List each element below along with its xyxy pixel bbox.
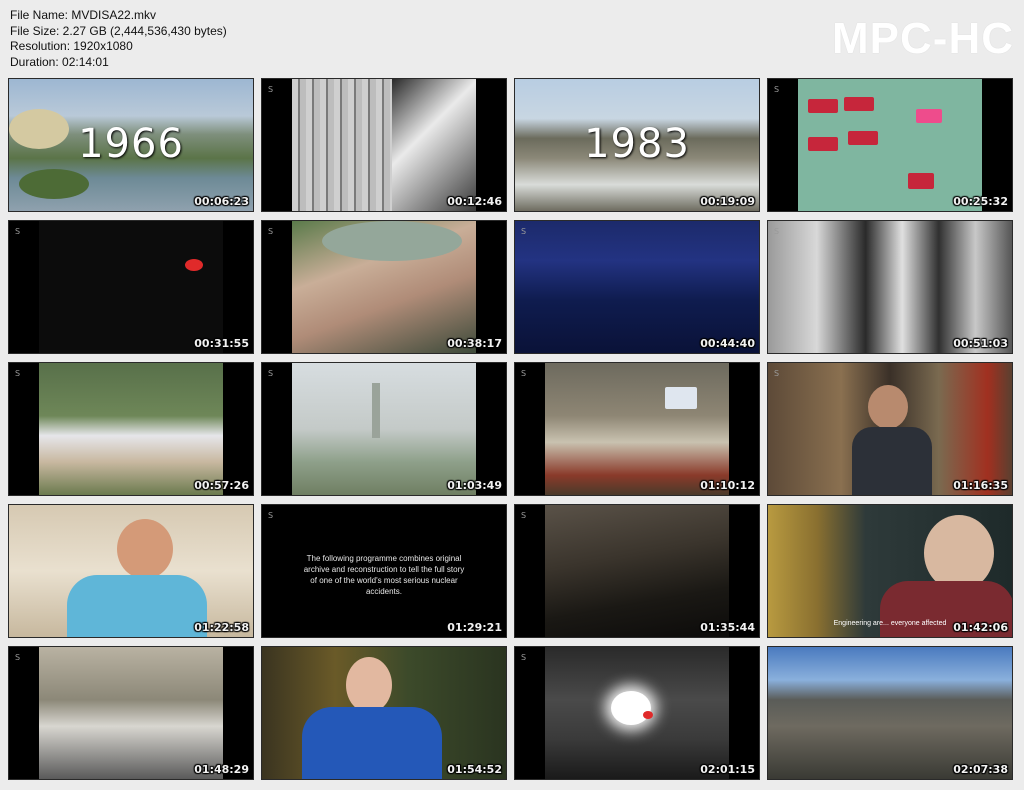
disclaimer-caption: The following programme combines origina… bbox=[303, 554, 465, 596]
thumbnail-6[interactable]: S 00:38:17 bbox=[261, 220, 507, 354]
thumbnail-4[interactable]: S 00:25:32 bbox=[767, 78, 1013, 212]
timestamp: 01:35:44 bbox=[700, 621, 755, 634]
thumbnail-18[interactable]: 01:54:52 bbox=[261, 646, 507, 780]
timestamp: 01:54:52 bbox=[447, 763, 502, 776]
channel-mark: S bbox=[521, 369, 527, 378]
timestamp: 00:12:46 bbox=[447, 195, 502, 208]
timestamp: 00:06:23 bbox=[194, 195, 249, 208]
thumbnail-2[interactable]: S 00:12:46 bbox=[261, 78, 507, 212]
thumbnail-5[interactable]: S 00:31:55 bbox=[8, 220, 254, 354]
channel-mark: S bbox=[15, 369, 21, 378]
timestamp: 01:03:49 bbox=[447, 479, 502, 492]
thumbnail-15[interactable]: S 01:35:44 bbox=[514, 504, 760, 638]
timestamp: 01:22:58 bbox=[194, 621, 249, 634]
mpc-hc-logo: MPC-HC bbox=[832, 14, 1014, 63]
thumbnail-14[interactable]: S The following programme combines origi… bbox=[261, 504, 507, 638]
timestamp: 00:25:32 bbox=[953, 195, 1008, 208]
resolution: Resolution: 1920x1080 bbox=[10, 39, 133, 53]
thumbnail-12[interactable]: S 01:16:35 bbox=[767, 362, 1013, 496]
timestamp: 01:42:06 bbox=[953, 621, 1008, 634]
thumbnail-1[interactable]: 1966 00:06:23 bbox=[8, 78, 254, 212]
timestamp: 01:16:35 bbox=[953, 479, 1008, 492]
timestamp: 00:19:09 bbox=[700, 195, 755, 208]
thumbnail-13[interactable]: 01:22:58 bbox=[8, 504, 254, 638]
channel-mark: S bbox=[15, 653, 21, 662]
channel-mark: S bbox=[521, 653, 527, 662]
channel-mark: S bbox=[521, 227, 527, 236]
timestamp: 02:01:15 bbox=[700, 763, 755, 776]
thumbnail-17[interactable]: S 01:48:29 bbox=[8, 646, 254, 780]
timestamp: 00:57:26 bbox=[194, 479, 249, 492]
thumbnail-8[interactable]: S 00:51:03 bbox=[767, 220, 1013, 354]
file-info: File Name: MVDISA22.mkv File Size: 2.27 … bbox=[10, 8, 227, 70]
thumbnail-9[interactable]: S 00:57:26 bbox=[8, 362, 254, 496]
year-overlay: 1983 bbox=[584, 121, 690, 167]
timestamp: 00:44:40 bbox=[700, 337, 755, 350]
timestamp: 00:31:55 bbox=[194, 337, 249, 350]
channel-mark: S bbox=[268, 85, 274, 94]
channel-mark: S bbox=[268, 369, 274, 378]
timestamp: 01:48:29 bbox=[194, 763, 249, 776]
timestamp: 01:10:12 bbox=[700, 479, 755, 492]
timestamp: 01:29:21 bbox=[447, 621, 502, 634]
timestamp: 02:07:38 bbox=[953, 763, 1008, 776]
thumbnail-7[interactable]: S 00:44:40 bbox=[514, 220, 760, 354]
thumbnail-3[interactable]: 1983 00:19:09 bbox=[514, 78, 760, 212]
file-name: File Name: MVDISA22.mkv bbox=[10, 8, 157, 22]
channel-mark: S bbox=[774, 369, 780, 378]
thumbnail-grid: 1966 00:06:23 S 00:12:46 1983 00:19:09 S… bbox=[8, 78, 1016, 782]
file-size: File Size: 2.27 GB (2,444,536,430 bytes) bbox=[10, 23, 227, 38]
channel-mark: S bbox=[774, 227, 780, 236]
thumbnail-20[interactable]: 02:07:38 bbox=[767, 646, 1013, 780]
channel-mark: S bbox=[15, 227, 21, 236]
thumbnail-10[interactable]: S 01:03:49 bbox=[261, 362, 507, 496]
channel-mark: S bbox=[268, 227, 274, 236]
duration: Duration: 02:14:01 bbox=[10, 54, 109, 69]
thumbnail-19[interactable]: S 02:01:15 bbox=[514, 646, 760, 780]
year-overlay: 1966 bbox=[78, 121, 184, 167]
channel-mark: S bbox=[521, 511, 527, 520]
thumbnail-11[interactable]: S 01:10:12 bbox=[514, 362, 760, 496]
timestamp: 00:51:03 bbox=[953, 337, 1008, 350]
channel-mark: S bbox=[268, 511, 274, 520]
channel-mark: S bbox=[774, 85, 780, 94]
thumbnail-16[interactable]: Engineering are... everyone affected 01:… bbox=[767, 504, 1013, 638]
timestamp: 00:38:17 bbox=[447, 337, 502, 350]
